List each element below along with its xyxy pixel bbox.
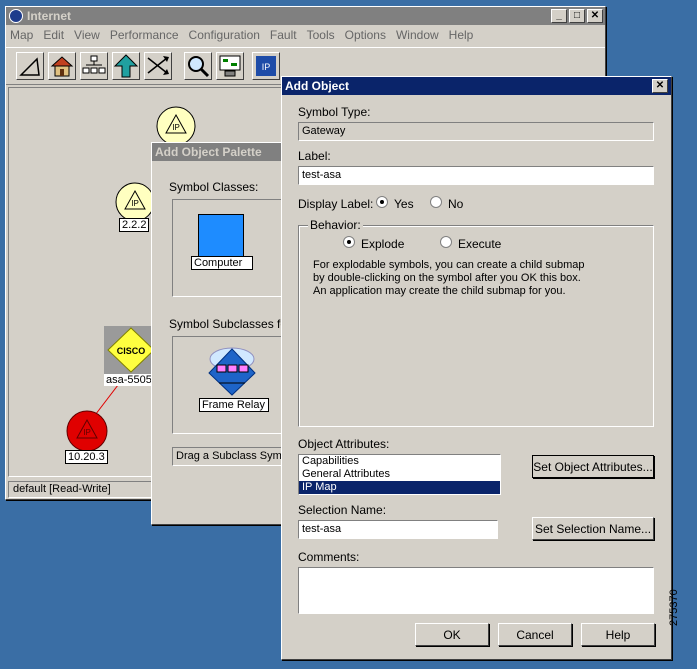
svg-text:IP: IP — [262, 62, 271, 72]
dialog-close-button[interactable]: ✕ — [652, 79, 668, 93]
display-label-yes-text: Yes — [394, 197, 414, 211]
cisco-asa-node[interactable]: CISCO asa-5505- — [104, 326, 158, 386]
zoom-icon[interactable] — [184, 52, 212, 80]
menu-performance[interactable]: Performance — [110, 28, 179, 42]
ip-node-10-20-3[interactable]: IP 10.20.3 — [65, 410, 109, 464]
attribute-item-general[interactable]: General Attributes — [299, 468, 500, 481]
menu-view[interactable]: View — [74, 28, 100, 42]
map-icon[interactable] — [216, 52, 244, 80]
ruler-icon[interactable] — [16, 52, 44, 80]
dialog-title: Add Object — [285, 79, 350, 93]
symbol-type-field: Gateway — [298, 122, 654, 141]
display-label-yes-radio[interactable] — [376, 196, 388, 208]
node-label: 10.20.3 — [65, 450, 108, 464]
computer-class-item[interactable]: Computer — [191, 214, 253, 270]
network-icon[interactable] — [144, 52, 172, 80]
menu-tools[interactable]: Tools — [307, 28, 335, 42]
frame-relay-item[interactable]: Frame Relay — [199, 345, 269, 412]
comments-textarea[interactable] — [298, 567, 654, 614]
close-button[interactable]: ✕ — [587, 9, 603, 23]
app-icon — [9, 9, 23, 23]
node-badge: IP — [83, 428, 91, 437]
explode-radio[interactable] — [343, 236, 355, 248]
attribute-item-ip-map[interactable]: IP Map — [299, 481, 500, 494]
explode-text: Explode — [361, 237, 405, 251]
menu-help[interactable]: Help — [449, 28, 474, 42]
behavior-label: Behavior: — [308, 218, 363, 232]
display-label-no-text: No — [448, 197, 464, 211]
menu-map[interactable]: Map — [10, 28, 33, 42]
frame-relay-label: Frame Relay — [199, 398, 269, 412]
add-object-dialog: Add Object ✕ Symbol Type: Gateway Label:… — [281, 76, 672, 660]
cancel-button[interactable]: Cancel — [498, 623, 572, 646]
node-label: asa-5505- — [104, 374, 158, 386]
ip-map-icon[interactable]: IP — [252, 52, 280, 80]
set-object-attributes-button[interactable]: Set Object Attributes... — [532, 455, 654, 478]
object-attributes-label: Object Attributes: — [298, 437, 390, 451]
minimize-button[interactable]: _ — [551, 9, 567, 23]
hierarchy-icon[interactable] — [80, 52, 108, 80]
attribute-item-capabilities[interactable]: Capabilities — [299, 455, 500, 468]
display-label-label: Display Label: — [298, 197, 374, 211]
home-icon[interactable] — [48, 52, 76, 80]
node-badge: IP — [131, 199, 139, 208]
node-label: 2.2.2 — [119, 218, 150, 232]
menu-options[interactable]: Options — [345, 28, 386, 42]
main-menubar: Map Edit View Performance Configuration … — [6, 25, 605, 45]
cisco-badge: CISCO — [117, 346, 146, 356]
behavior-description-3: An application may create the child subm… — [313, 285, 566, 297]
menu-window[interactable]: Window — [396, 28, 439, 42]
node-badge: IP — [172, 123, 180, 132]
computer-label: Computer — [191, 256, 253, 270]
comments-label: Comments: — [298, 550, 360, 564]
behavior-group — [298, 225, 654, 427]
dialog-title-bar[interactable]: Add Object ✕ — [282, 77, 671, 95]
display-label-no-radio[interactable] — [430, 196, 442, 208]
symbol-classes-label: Symbol Classes: — [169, 180, 259, 194]
symbol-type-label: Symbol Type: — [298, 105, 371, 119]
computer-icon — [198, 214, 244, 258]
selection-name-label: Selection Name: — [298, 503, 387, 517]
behavior-description-2: by double-clicking on the symbol after y… — [313, 272, 581, 284]
execute-text: Execute — [458, 237, 502, 251]
menu-configuration[interactable]: Configuration — [189, 28, 260, 42]
label-label: Label: — [298, 149, 331, 163]
maximize-button[interactable]: □ — [569, 9, 585, 23]
help-button[interactable]: Help — [581, 623, 655, 646]
palette-title: Add Object Palette — [155, 145, 262, 159]
selection-name-input[interactable]: test-asa — [298, 520, 498, 539]
ok-button[interactable]: OK — [415, 623, 489, 646]
object-attributes-list[interactable]: Capabilities General Attributes IP Map — [298, 454, 501, 495]
main-title-bar[interactable]: Internet _ □ ✕ — [6, 7, 605, 25]
behavior-description-1: For explodable symbols, you can create a… — [313, 259, 585, 271]
status-text: default [Read-Write] — [13, 483, 111, 495]
up-arrow-icon[interactable] — [112, 52, 140, 80]
label-input[interactable]: test-asa — [298, 166, 654, 185]
menu-fault[interactable]: Fault — [270, 28, 297, 42]
set-selection-name-button[interactable]: Set Selection Name... — [532, 517, 654, 540]
menu-edit[interactable]: Edit — [43, 28, 64, 42]
figure-number: 275370 — [668, 589, 680, 626]
frame-relay-icon — [208, 347, 256, 396]
main-window-title: Internet — [27, 9, 72, 23]
execute-radio[interactable] — [440, 236, 452, 248]
